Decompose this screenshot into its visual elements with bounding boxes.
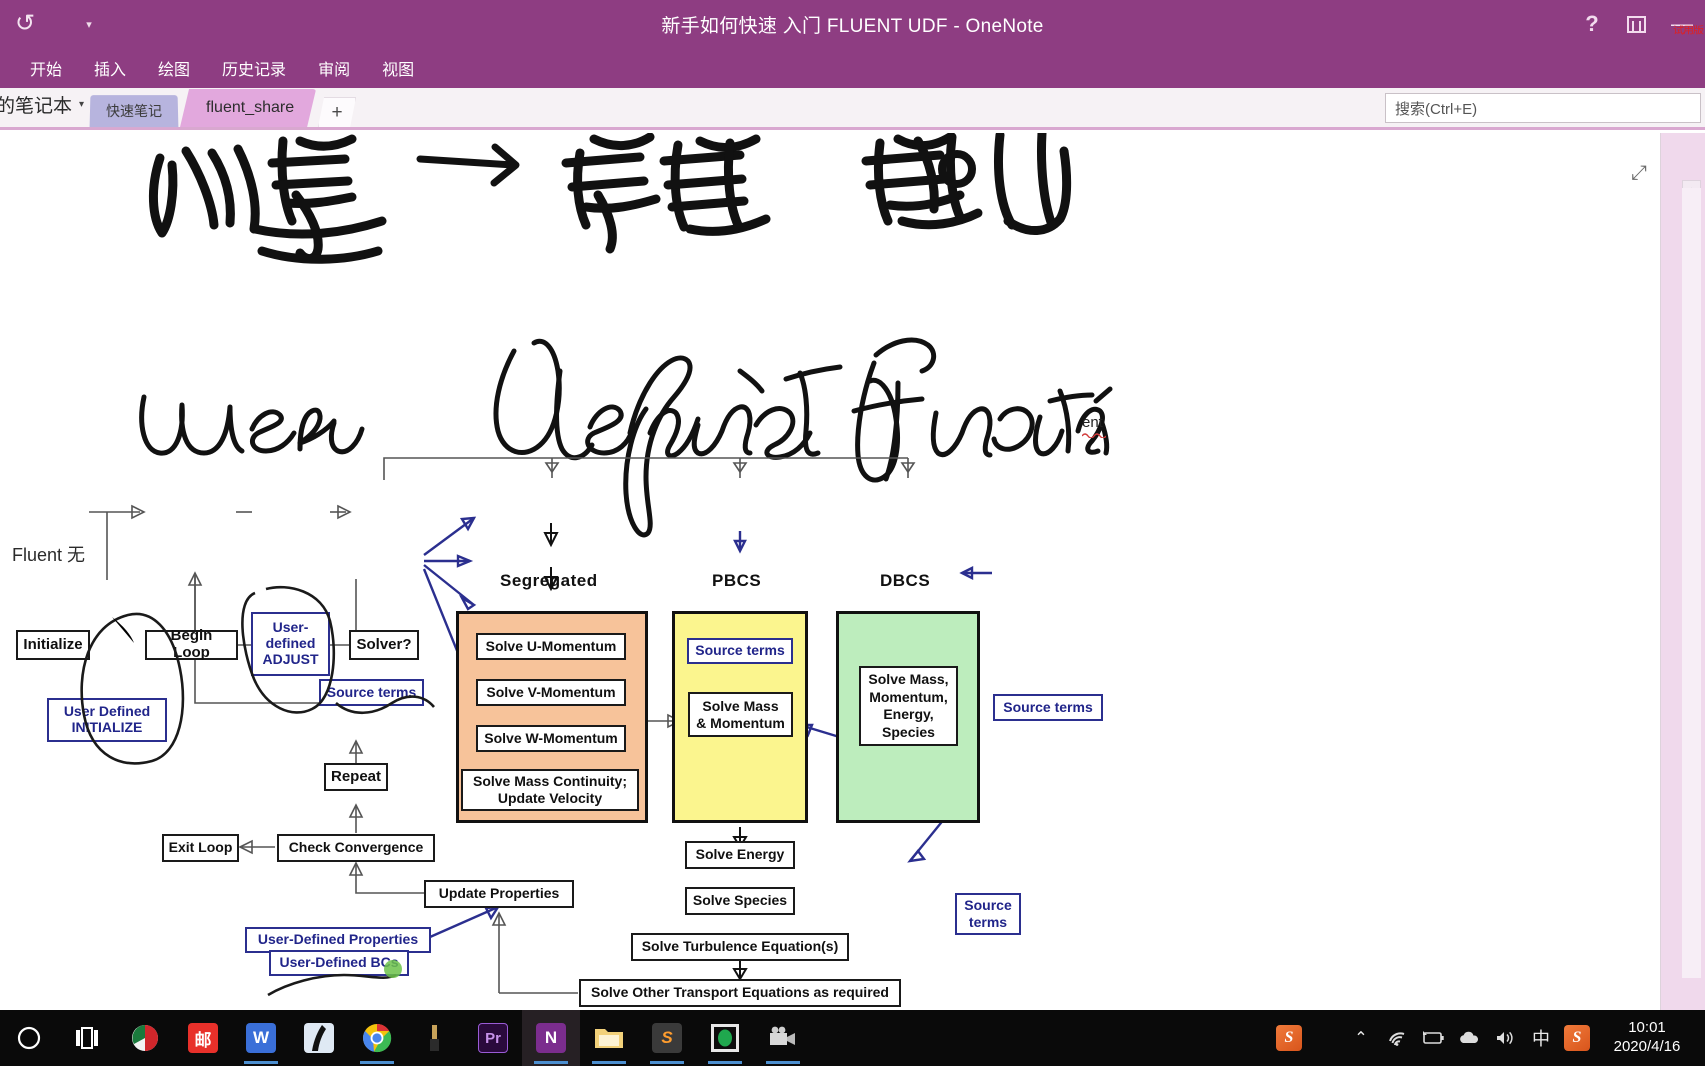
sogou-glyph: S [1564,1025,1590,1051]
taskbar-running-underline [360,1061,394,1064]
tab-history[interactable]: 历史记录 [206,48,302,88]
add-section-button[interactable]: + [318,97,356,127]
onenote-icon[interactable]: N [522,1010,580,1066]
red-app-glyph: 邮 [188,1023,218,1053]
taskbar-running-underline [244,1061,278,1064]
section-tab-quick-notes[interactable]: 快速笔记 [89,95,179,128]
taskbar-running-underline [592,1061,626,1064]
browser-icon[interactable] [116,1010,174,1066]
undo-arrow-icon[interactable]: ↺ [8,7,42,41]
taskbar-running-underline [650,1061,684,1064]
quick-access-chevron-down-icon[interactable]: ▾ [78,13,100,35]
chrome-icon[interactable] [348,1010,406,1066]
section-tab-strip: 的笔记本 ▾ 快速笔记 fluent_share + 搜索(Ctrl+E) [0,88,1705,130]
chevron-down-icon: ▾ [79,99,85,110]
onenote-glyph: N [536,1023,566,1053]
vertical-scrollbar[interactable] [1682,188,1701,978]
window-title: 新手如何快速 入门 FLUENT UDF - OneNote [661,15,1044,37]
ribbon-display-options-icon[interactable] [1613,0,1659,48]
taskbar-running-underline [534,1061,568,1064]
sublime-glyph: S [652,1023,682,1053]
annotation-ink-layer [80,585,435,997]
red-app-icon[interactable]: 邮 [174,1010,232,1066]
dark-app-icon[interactable] [290,1010,348,1066]
tab-review[interactable]: 审阅 [302,48,366,88]
premiere-icon[interactable]: Pr [464,1010,522,1066]
windows-taskbar: 邮 W Pr N S S ⌃ 中 S 10:01 2020/4/16 [0,1010,1705,1066]
trial-watermark: 试用版 [1673,24,1704,37]
cortana-icon[interactable] [0,1010,58,1066]
qq-icon[interactable] [696,1010,754,1066]
battery-icon[interactable] [1415,1010,1451,1066]
tab-home[interactable]: 开始 [14,48,78,88]
search-input[interactable]: 搜索(Ctrl+E) [1385,93,1701,123]
file-explorer-icon[interactable] [580,1010,638,1066]
sogou-icon[interactable]: S [1559,1010,1595,1066]
tab-view[interactable]: 视图 [366,48,430,88]
cloud-icon[interactable] [1451,1010,1487,1066]
clock-date: 2020/4/16 [1613,1038,1681,1055]
wps-writer-glyph: W [246,1023,276,1053]
premiere-glyph: Pr [478,1023,508,1053]
window-title-bar: ↺ ▾ 新手如何快速 入门 FLUENT UDF - OneNote ? — 试… [0,0,1705,48]
fluent-solver-flowchart: Segregated PBCS DBCS Initialize Begin Lo… [0,133,1705,1010]
taskbar-running-underline [708,1061,742,1064]
help-icon[interactable]: ? [1571,0,1613,48]
notebook-name: 的笔记本 [0,96,73,117]
notebook-selector[interactable]: 的笔记本 ▾ [0,91,90,127]
taskbar-running-underline [766,1061,800,1064]
note-page-canvas[interactable]: ent Fluent 无 Segregated PBCS DBCS Initia… [0,133,1705,1010]
sublime-icon[interactable]: S [638,1010,696,1066]
ime-chinese-icon[interactable]: 中 [1523,1010,1559,1066]
camera-icon[interactable] [754,1010,812,1066]
wps-writer-icon[interactable]: W [232,1010,290,1066]
tab-insert[interactable]: 插入 [78,48,142,88]
page-area-divider [1660,133,1661,1010]
snipaste-icon[interactable]: S [1271,1010,1307,1066]
tab-draw[interactable]: 绘图 [142,48,206,88]
task-view-icon[interactable] [58,1010,116,1066]
expand-arrows-icon[interactable]: ⤢ [1631,162,1647,185]
snipaste-glyph: S [1276,1025,1302,1051]
clock-time: 10:01 [1628,1019,1666,1037]
ribbon-tab-bar: 开始 插入 绘图 历史记录 审阅 视图 [0,48,1705,88]
tool-icon[interactable] [406,1010,464,1066]
taskbar-clock[interactable]: 10:01 2020/4/16 [1595,1010,1699,1066]
show-hidden-icons-chevron-icon[interactable]: ⌃ [1343,1010,1379,1066]
system-tray: S ⌃ 中 S 10:01 2020/4/16 [1271,1010,1705,1066]
wifi-icon[interactable] [1379,1010,1415,1066]
volume-icon[interactable] [1487,1010,1523,1066]
section-tab-fluent-share[interactable]: fluent_share [180,89,316,127]
